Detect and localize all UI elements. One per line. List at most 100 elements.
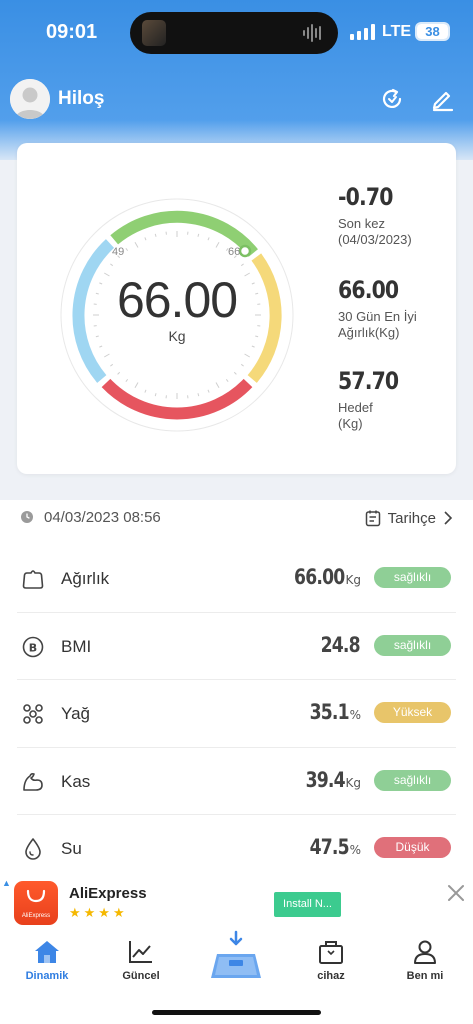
best-weight-stat: 66.00 30 Gün En İyi Ağırlık(Kg) bbox=[338, 276, 417, 341]
avatar[interactable] bbox=[10, 79, 50, 119]
weight-icon bbox=[22, 570, 44, 589]
gauge-tick bbox=[207, 237, 210, 241]
home-icon bbox=[35, 941, 59, 963]
gauge-tick bbox=[215, 242, 220, 248]
gauge-tick bbox=[251, 345, 255, 348]
gauge-min-label: 49 bbox=[112, 246, 125, 258]
status-badge: sağlıklı bbox=[374, 769, 451, 791]
user-silhouette-icon bbox=[10, 79, 50, 119]
fat-icon bbox=[23, 704, 43, 724]
status-badge: Düşük bbox=[374, 837, 451, 858]
gauge-tick bbox=[144, 237, 147, 241]
muscle-icon bbox=[23, 772, 43, 791]
metric-row-weight[interactable]: Ağırlık 66.00Kg sağlıklı bbox=[17, 545, 456, 613]
tab-weigh[interactable] bbox=[196, 930, 276, 986]
gauge-tick bbox=[117, 371, 121, 375]
weight-summary-card: 49 66 66.00 Kg -0.70 Son kez (04/03/2023… bbox=[17, 143, 456, 474]
home-indicator bbox=[152, 1010, 321, 1015]
shopping-bag-icon bbox=[26, 889, 46, 903]
history-label: Tarihçe bbox=[387, 509, 436, 527]
gauge-tick bbox=[125, 378, 129, 382]
battery-icon: 38 bbox=[415, 22, 450, 41]
target-weight-stat: 57.70 Hedef (Kg) bbox=[338, 367, 409, 432]
metric-name: Ağırlık bbox=[61, 569, 110, 588]
metric-name: Su bbox=[61, 839, 82, 858]
last-change-stat: -0.70 Son kez (04/03/2023) bbox=[338, 183, 412, 248]
bmi-icon: B bbox=[22, 636, 44, 657]
gauge-tick bbox=[244, 353, 250, 358]
stat-value: 66.00 bbox=[338, 276, 399, 304]
gauge-tick bbox=[134, 242, 139, 248]
status-time: 09:01 bbox=[46, 21, 98, 43]
signal-icon bbox=[350, 24, 375, 40]
metric-value: 66.00Kg bbox=[294, 565, 361, 589]
gauge-tick bbox=[144, 389, 147, 393]
tab-label: Dinamik bbox=[25, 970, 69, 982]
ad-choices-icon[interactable]: ▲ bbox=[2, 878, 11, 888]
gauge-tick bbox=[154, 233, 157, 237]
gauge-tick bbox=[125, 248, 129, 252]
metric-name: Yağ bbox=[61, 704, 90, 723]
trend-chart-icon bbox=[129, 941, 152, 963]
gauge-tick bbox=[233, 371, 237, 375]
tab-cihaz[interactable]: cihaz bbox=[291, 940, 371, 982]
history-button[interactable]: Tarihçe bbox=[365, 507, 453, 529]
tab-dinamik[interactable]: Dinamik bbox=[7, 940, 87, 982]
stat-value: -0.70 bbox=[338, 183, 393, 211]
refresh-icon[interactable] bbox=[379, 86, 405, 112]
gauge-tick bbox=[240, 363, 244, 367]
ad-app-name: AliExpress bbox=[69, 885, 147, 902]
metric-row-muscle[interactable]: Kas 39.4Kg sağlıklı bbox=[17, 748, 456, 815]
current-weight-unit: Kg bbox=[168, 328, 186, 344]
gauge-tick bbox=[134, 382, 139, 388]
tab-guncel[interactable]: Güncel bbox=[101, 940, 181, 982]
metric-value: 35.1% bbox=[309, 700, 361, 724]
gauge-tick bbox=[215, 382, 220, 388]
status-badge: Yüksek bbox=[374, 702, 451, 723]
scale-icon bbox=[211, 930, 261, 978]
gauge-tick bbox=[104, 353, 110, 358]
tab-ben-mi[interactable]: Ben mi bbox=[385, 940, 465, 982]
now-playing-thumbnail bbox=[142, 20, 166, 46]
stat-label: Son kez (04/03/2023) bbox=[338, 216, 412, 248]
close-icon[interactable] bbox=[446, 883, 466, 903]
metric-row-fat[interactable]: Yağ 35.1% Yüksek bbox=[17, 680, 456, 748]
svg-text:B: B bbox=[29, 641, 37, 654]
status-badge: sağlıklı bbox=[374, 634, 451, 656]
gauge-tick bbox=[225, 378, 229, 382]
edit-icon[interactable] bbox=[430, 86, 456, 112]
person-icon bbox=[414, 940, 436, 964]
stat-label-line: 30 Gün En İyi bbox=[338, 309, 417, 324]
network-type: LTE bbox=[382, 23, 412, 40]
tab-label: Ben mi bbox=[406, 970, 444, 982]
battery-level: 38 bbox=[417, 24, 448, 39]
audio-wave-icon bbox=[303, 24, 321, 42]
profile-name[interactable]: Hiloş bbox=[58, 88, 104, 110]
gauge-tick bbox=[110, 263, 114, 267]
body-metrics-list: Ağırlık 66.00Kg sağlıklı B BMI 24.8 sağl… bbox=[17, 545, 456, 883]
device-icon bbox=[319, 941, 343, 964]
status-bar: 09:01 LTE 38 bbox=[0, 0, 473, 64]
aliexpress-logo: AliExpress bbox=[14, 881, 58, 925]
stat-label-line: Hedef bbox=[338, 400, 373, 415]
metric-name: BMI bbox=[61, 636, 92, 656]
status-badge: sağlıklı bbox=[374, 567, 451, 588]
ad-logo-text: AliExpress bbox=[21, 913, 51, 919]
ad-banner[interactable]: ▲ AliExpress AliExpress ★★★★ Install N..… bbox=[0, 872, 473, 930]
gauge-tick bbox=[197, 233, 200, 237]
ad-rating-stars: ★★★★ bbox=[69, 905, 128, 920]
chevron-right-icon bbox=[444, 511, 453, 525]
stat-label: 30 Gün En İyi Ağırlık(Kg) bbox=[338, 309, 417, 341]
gauge-tick bbox=[110, 363, 114, 367]
gauge-tick bbox=[207, 389, 210, 393]
measurement-datetime: 04/03/2023 08:56 bbox=[44, 509, 161, 526]
gauge-max-label: 66 bbox=[228, 246, 241, 258]
install-button[interactable]: Install N... bbox=[274, 892, 341, 917]
gauge-tick bbox=[154, 393, 157, 397]
metric-row-bmi[interactable]: B BMI 24.8 sağlıklı bbox=[17, 613, 456, 680]
stat-label-line: Ağırlık(Kg) bbox=[338, 325, 400, 340]
metric-value: 39.4Kg bbox=[305, 767, 361, 792]
stat-label-line: (Kg) bbox=[338, 416, 363, 431]
stat-label-line: Son kez bbox=[338, 216, 385, 231]
dynamic-island bbox=[130, 12, 338, 54]
